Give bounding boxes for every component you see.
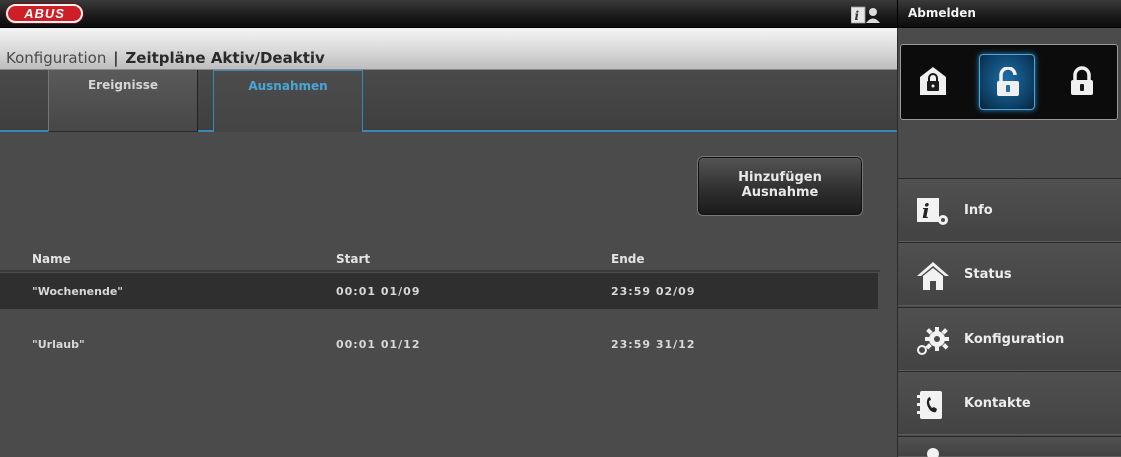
column-header-end: Ende	[611, 252, 645, 266]
sidebar-item-label: Status	[964, 267, 1012, 282]
sidebar-item-info[interactable]: i Info	[898, 178, 1121, 242]
breadcrumb-separator: |	[113, 49, 119, 67]
add-exception-label-line1: Hinzufügen	[738, 170, 822, 185]
breadcrumb-section[interactable]: Konfiguration	[6, 49, 106, 67]
table-row[interactable]: "Wochenende" 00:01 01/09 23:59 02/09	[0, 273, 878, 309]
row-name: "Wochenende"	[32, 285, 124, 298]
lock-closed-icon[interactable]	[1054, 54, 1110, 110]
logo-text: ABUS	[24, 6, 65, 21]
tab-label: Ereignisse	[87, 78, 159, 92]
tab-ereignisse[interactable]: Ereignisse	[48, 70, 198, 132]
lock-open-icon[interactable]	[979, 54, 1035, 110]
row-start: 00:01 01/09	[336, 285, 421, 298]
table-header: Name Start Ende	[0, 246, 880, 272]
table-row[interactable]: "Urlaub" 00:01 01/12 23:59 31/12	[0, 326, 878, 362]
breadcrumb-bar: Konfiguration | Zeitpläne Aktiv/Deaktiv	[0, 28, 897, 70]
sidebar-item-konfiguration[interactable]: Konfiguration	[898, 307, 1121, 371]
row-end: 23:59 31/12	[611, 338, 696, 351]
tab-label: Ausnahmen	[248, 79, 328, 93]
sidebar-item-label: Kontakte	[964, 396, 1031, 411]
top-bar: ABUS i	[0, 0, 897, 28]
contacts-icon	[916, 390, 948, 420]
sidebar: i Info Status Konfiguration Kontakte	[897, 28, 1121, 457]
svg-text:i: i	[855, 9, 860, 23]
row-name: "Urlaub"	[32, 338, 85, 351]
row-start: 00:01 01/12	[336, 338, 421, 351]
home-icon	[916, 261, 949, 291]
main-panel: Hinzufügen Ausnahme Name Start Ende "Woc…	[0, 132, 897, 457]
sidebar-item-user[interactable]	[898, 436, 1121, 457]
logout-button[interactable]: Abmelden	[897, 0, 1121, 28]
gears-icon	[916, 326, 949, 356]
info-icon: i	[916, 197, 948, 227]
tab-ausnahmen[interactable]: Ausnahmen	[213, 70, 363, 134]
app-window: ABUS i Abmelden Konfiguration | Zeitplän…	[0, 0, 1121, 457]
logout-label: Abmelden	[908, 6, 976, 20]
lock-home-icon[interactable]	[905, 54, 961, 110]
column-header-name: Name	[32, 252, 71, 266]
sidebar-item-label: Info	[964, 203, 993, 218]
sidebar-item-status[interactable]: Status	[898, 242, 1121, 306]
add-exception-label-line2: Ausnahme	[741, 185, 819, 200]
sidebar-item-label: Konfiguration	[964, 332, 1065, 347]
arm-mode-panel	[900, 44, 1118, 120]
add-exception-button[interactable]: Hinzufügen Ausnahme	[697, 156, 863, 216]
user-icon	[916, 441, 948, 457]
svg-text:i: i	[922, 199, 930, 223]
abus-logo: ABUS	[6, 4, 83, 23]
page-title: Zeitpläne Aktiv/Deaktiv	[125, 49, 325, 67]
sidebar-item-kontakte[interactable]: Kontakte	[898, 371, 1121, 435]
column-header-start: Start	[336, 252, 371, 266]
info-users-icon[interactable]: i	[850, 6, 881, 24]
breadcrumb: Konfiguration | Zeitpläne Aktiv/Deaktiv	[6, 49, 325, 67]
row-end: 23:59 02/09	[611, 285, 696, 298]
tab-bar: Ereignisse Ausnahmen	[0, 70, 897, 134]
